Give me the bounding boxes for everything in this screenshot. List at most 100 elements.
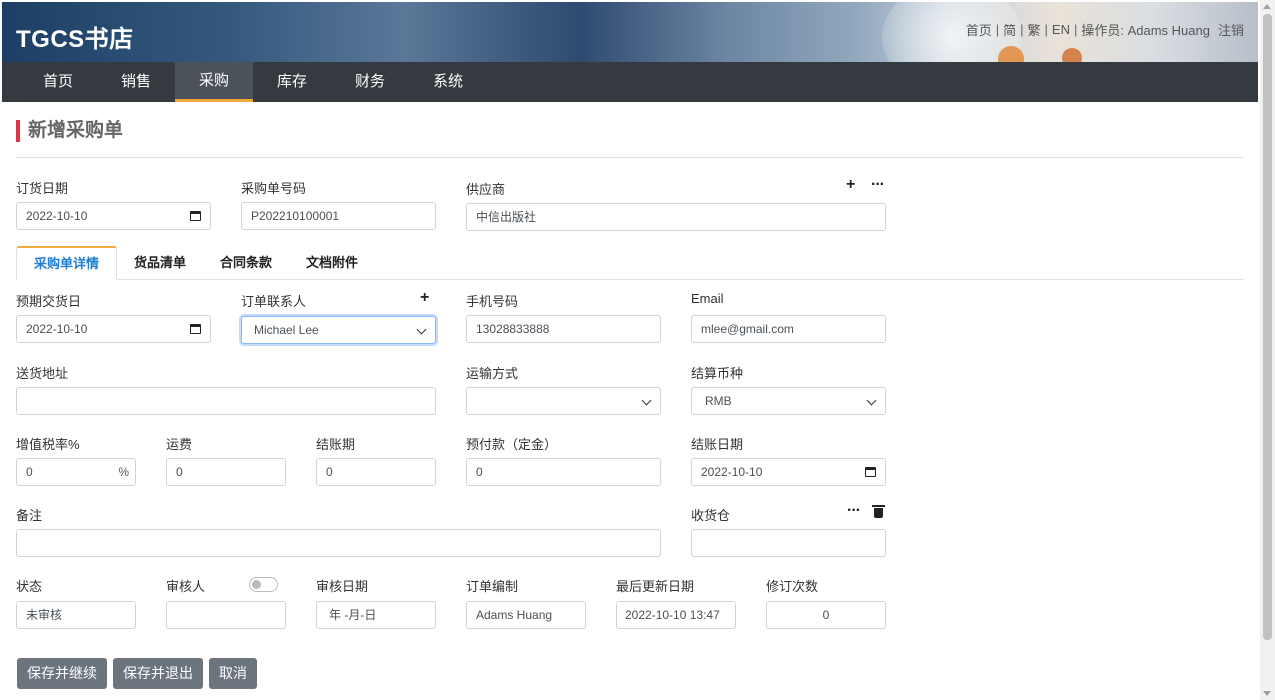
currency-value: RMB [705, 394, 732, 408]
banner-decoration [1062, 48, 1082, 62]
cancel-button[interactable]: 取消 [209, 658, 257, 689]
review-toggle[interactable] [249, 577, 278, 592]
simplified-link[interactable]: 简 [1003, 20, 1016, 39]
supplier-label: 供应商 [466, 182, 506, 197]
vat-label: 增值税率% [16, 437, 80, 452]
freight-label: 运费 [166, 437, 193, 452]
nav-item-finance[interactable]: 财务 [331, 62, 409, 102]
add-contact-icon[interactable]: + [420, 290, 429, 306]
contact-value: Michael Lee [254, 323, 319, 337]
po-number-input[interactable]: P202210100001 [241, 202, 436, 230]
remark-input[interactable] [16, 529, 661, 557]
revisions-input: 0 [766, 601, 886, 629]
calendar-icon[interactable] [190, 324, 201, 334]
expected-date-input[interactable]: 2022-10-10 [16, 315, 211, 343]
freight-input[interactable]: 0 [166, 458, 286, 486]
nav-item-purchase[interactable]: 采购 [175, 62, 253, 102]
order-date-label: 订货日期 [16, 181, 69, 196]
shipping-select[interactable] [466, 387, 661, 415]
order-date-input[interactable]: 2022-10-10 [16, 202, 211, 230]
scroll-thumb[interactable] [1263, 14, 1272, 640]
english-link[interactable]: EN [1052, 22, 1070, 37]
remark-label: 备注 [16, 508, 43, 523]
percent-suffix: % [118, 465, 129, 479]
brand-logo[interactable]: TGCS书店 [16, 19, 134, 54]
settle-date-input[interactable]: 2022-10-10 [691, 458, 886, 486]
more-supplier-icon[interactable]: ··· [871, 177, 885, 193]
nav-item-home[interactable]: 首页 [19, 62, 97, 102]
warehouse-label: 收货仓 [691, 508, 731, 523]
expected-date-value: 2022-10-10 [26, 322, 88, 336]
save-continue-button[interactable]: 保存并继续 [17, 658, 107, 689]
settle-date-value: 2022-10-10 [701, 465, 763, 479]
trash-lid [872, 505, 885, 507]
header-banner: TGCS书店 首页 | 简 | 繁 | EN | 操作员: Adams Huang 注销 [2, 2, 1258, 62]
settle-date-label: 结账日期 [691, 437, 744, 452]
po-number-label: 采购单号码 [241, 181, 307, 196]
detail-tabs: 采购单详情 货品清单 合同条款 文档附件 [16, 246, 375, 280]
contact-label: 订单联系人 [241, 294, 307, 309]
chevron-down-icon [866, 395, 877, 406]
logout-link[interactable]: 注销 [1218, 20, 1244, 39]
review-date-input[interactable]: 年 -月-日 [316, 601, 436, 629]
chevron-down-icon [416, 324, 427, 335]
operator-label: 操作员: Adams Huang [1081, 23, 1210, 38]
scroll-up-icon[interactable] [1263, 4, 1271, 9]
page-title: 新增采购单 [16, 120, 123, 142]
tab-goods-list[interactable]: 货品清单 [117, 246, 203, 280]
mobile-label: 手机号码 [466, 294, 519, 309]
more-warehouse-icon[interactable]: ··· [847, 503, 861, 519]
creator-input: Adams Huang [466, 601, 586, 629]
contact-select[interactable]: Michael Lee [241, 316, 436, 344]
tab-attachments[interactable]: 文档附件 [289, 246, 375, 280]
trash-body [874, 508, 883, 518]
page-scrollbar[interactable] [1260, 0, 1275, 700]
warehouse-input[interactable] [691, 529, 886, 557]
reviewer-input[interactable] [166, 601, 286, 629]
review-date-label: 审核日期 [316, 579, 369, 594]
term-label: 结账期 [316, 437, 356, 452]
email-label: Email [691, 291, 724, 306]
updated-input: 2022-10-10 13:47 [616, 601, 736, 629]
mobile-input[interactable]: 13028833888 [466, 315, 661, 343]
scroll-down-icon[interactable] [1263, 691, 1271, 696]
address-input[interactable] [16, 387, 436, 415]
reviewer-label: 审核人 [166, 579, 206, 594]
status-input: 未审核 [16, 601, 136, 629]
term-input[interactable]: 0 [316, 458, 436, 486]
updated-label: 最后更新日期 [616, 579, 695, 594]
separator: | [1020, 22, 1024, 37]
vat-input[interactable]: 0 % [16, 458, 136, 486]
email-input[interactable]: mlee@gmail.com [691, 315, 886, 343]
trash-icon[interactable] [872, 505, 885, 518]
nav-item-sales[interactable]: 销售 [97, 62, 175, 102]
tab-order-details[interactable]: 采购单详情 [16, 246, 118, 280]
supplier-input[interactable]: 中信出版社 [466, 203, 886, 231]
nav-item-inventory[interactable]: 库存 [253, 62, 331, 102]
expected-date-label: 预期交货日 [16, 294, 82, 309]
address-label: 送货地址 [16, 366, 69, 381]
shipping-label: 运输方式 [466, 366, 519, 381]
add-supplier-icon[interactable]: + [846, 177, 855, 193]
home-link[interactable]: 首页 [966, 20, 992, 39]
calendar-icon[interactable] [190, 211, 201, 221]
separator: | [1044, 22, 1048, 37]
chevron-down-icon [641, 395, 652, 406]
creator-label: 订单编制 [466, 579, 519, 594]
separator: | [1073, 22, 1078, 37]
save-exit-button[interactable]: 保存并退出 [113, 658, 203, 689]
toggle-knob [252, 580, 261, 589]
currency-select[interactable]: RMB [691, 387, 886, 415]
revisions-label: 修订次数 [766, 579, 819, 594]
traditional-link[interactable]: 繁 [1028, 20, 1041, 39]
nav-item-system[interactable]: 系统 [409, 62, 487, 102]
tab-contract-terms[interactable]: 合同条款 [203, 246, 289, 280]
vat-value: 0 [26, 465, 33, 479]
separator: | [995, 22, 1000, 37]
prepay-label: 预付款（定金） [466, 437, 558, 452]
app: TGCS书店 首页 | 简 | 繁 | EN | 操作员: Adams Huang 注销… [0, 0, 1275, 700]
top-links: 首页 | 简 | 繁 | EN | 操作员: Adams Huang 注销 [966, 20, 1244, 39]
calendar-icon[interactable] [865, 467, 876, 477]
prepay-input[interactable]: 0 [466, 458, 661, 486]
divider [16, 157, 1244, 158]
